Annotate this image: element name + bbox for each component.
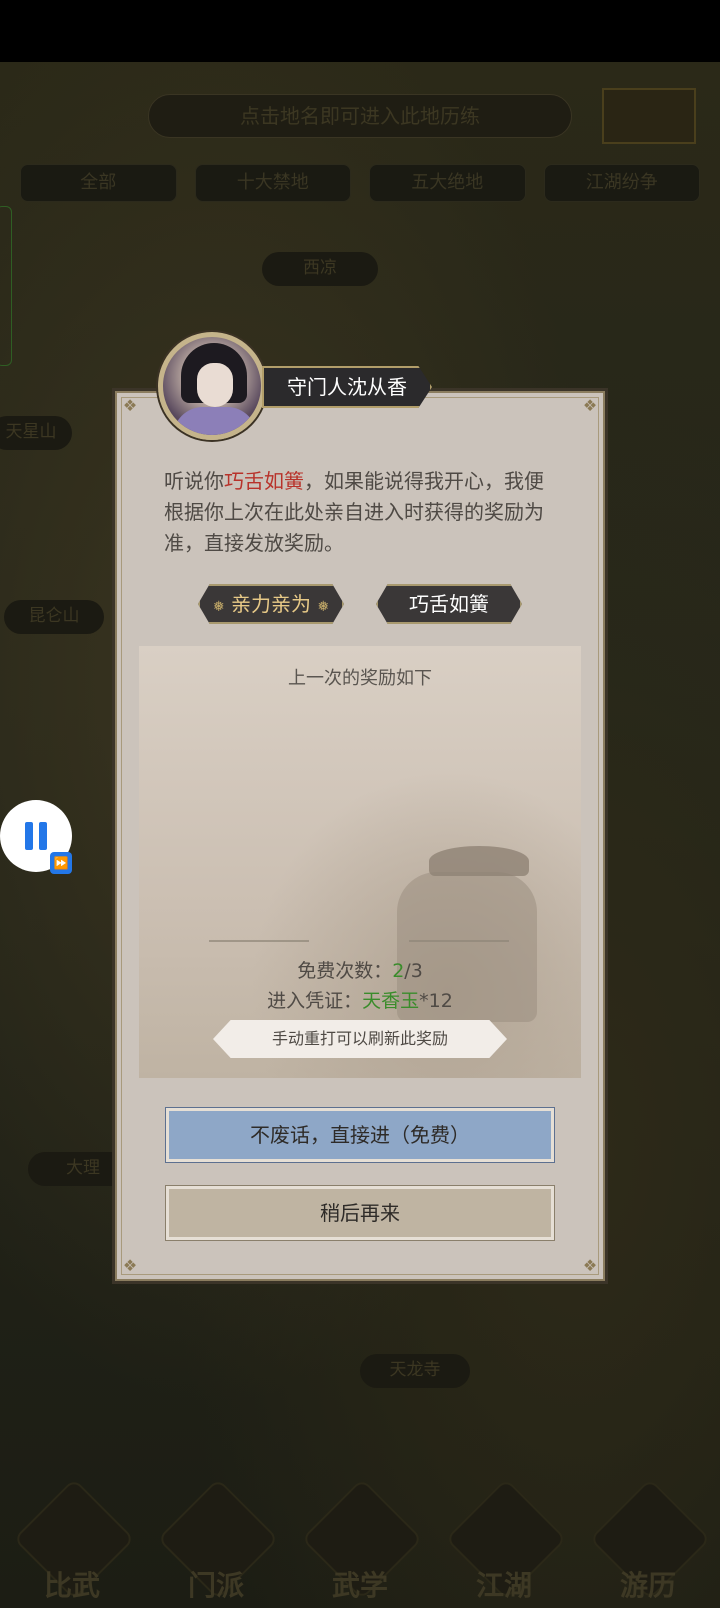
entry-ticket: 进入凭证：天香玉*12 [139, 986, 581, 1013]
status-bar [0, 0, 720, 62]
entry-ticket-item: 天香玉 [362, 990, 420, 1012]
nav-youli[interactable]: 游历 [589, 1478, 711, 1608]
refresh-note: 手动重打可以刷新此奖励 [213, 1020, 507, 1058]
place-kunlunshan[interactable]: 昆仑山 [4, 600, 104, 634]
nav-jianghu-label: 江湖 [475, 1569, 532, 1602]
persuade-button[interactable]: 巧舌如簧 [376, 584, 522, 624]
free-count-label: 免费次数： [297, 960, 393, 982]
corner-ornament-icon: ❖ [582, 396, 598, 415]
avatar-face [197, 363, 233, 407]
bamboo-hat [429, 846, 529, 876]
entry-ticket-count: *12 [419, 990, 453, 1012]
nav-menpai[interactable]: 门派 [157, 1478, 279, 1608]
persuade-label: 巧舌如簧 [409, 592, 489, 616]
tab-ten-forbidden[interactable]: 十大禁地 [194, 164, 351, 202]
ornament-icon: ❅ [212, 599, 225, 615]
place-tianlongsi[interactable]: 天龙寺 [360, 1354, 470, 1388]
npc-name: 守门人沈从香 [262, 366, 432, 408]
come-back-later-button[interactable]: 稍后再来 [166, 1186, 554, 1240]
divider [409, 940, 509, 942]
corner-ornament-icon: ❖ [582, 1256, 598, 1275]
filter-tabs: 全部 十大禁地 五大绝地 江湖纷争 [20, 164, 700, 204]
free-count-total: /3 [404, 960, 423, 982]
message-highlight: 巧舌如簧 [224, 469, 304, 493]
self-challenge-button[interactable]: ❅ 亲力亲为 ❅ [198, 584, 344, 624]
side-panel-edge[interactable] [0, 206, 12, 366]
map-corner-button[interactable] [602, 88, 696, 144]
entry-ticket-label: 进入凭证： [267, 990, 363, 1012]
self-challenge-label: 亲力亲为 [231, 592, 311, 616]
pause-icon [25, 822, 47, 850]
corner-ornament-icon: ❖ [122, 1256, 138, 1275]
free-count: 免费次数：2/3 [139, 956, 581, 983]
nav-wuxue-label: 武学 [331, 1569, 388, 1602]
tab-five-deadly[interactable]: 五大绝地 [369, 164, 526, 202]
map-hint: 点击地名即可进入此地历练 [148, 94, 572, 138]
free-count-used: 2 [392, 960, 405, 982]
place-tianxingshan[interactable]: 天星山 [0, 416, 72, 450]
nav-youli-label: 游历 [619, 1569, 676, 1602]
enter-free-button[interactable]: 不废话，直接进（免费） [166, 1108, 554, 1162]
place-xiliang[interactable]: 西凉 [262, 252, 378, 286]
nav-menpai-label: 门派 [187, 1569, 244, 1602]
nav-wuxue[interactable]: 武学 [301, 1478, 423, 1608]
message-part: 听说你 [164, 469, 224, 493]
reward-panel: 上一次的奖励如下 免费次数：2/3 进入凭证：天香玉*12 手动重打可以刷新此奖… [139, 646, 581, 1078]
dialog-message: 听说你巧舌如簧，如果能说得我开心，我便根据你上次在此处亲自进入时获得的奖励为准，… [164, 466, 554, 559]
ornament-icon: ❅ [317, 599, 330, 615]
fast-forward-icon[interactable]: ⏩ [50, 852, 72, 874]
nav-biwu-label: 比武 [43, 1569, 100, 1602]
nav-biwu[interactable]: 比武 [13, 1478, 135, 1608]
reward-title: 上一次的奖励如下 [288, 668, 432, 689]
npc-avatar [158, 332, 266, 440]
tab-jianghu-disputes[interactable]: 江湖纷争 [543, 164, 700, 202]
divider [209, 940, 309, 942]
corner-ornament-icon: ❖ [122, 396, 138, 415]
tab-all[interactable]: 全部 [20, 164, 177, 202]
bottom-nav: 比武 门派 武学 江湖 游历 [0, 1478, 720, 1608]
nav-jianghu[interactable]: 江湖 [445, 1478, 567, 1608]
